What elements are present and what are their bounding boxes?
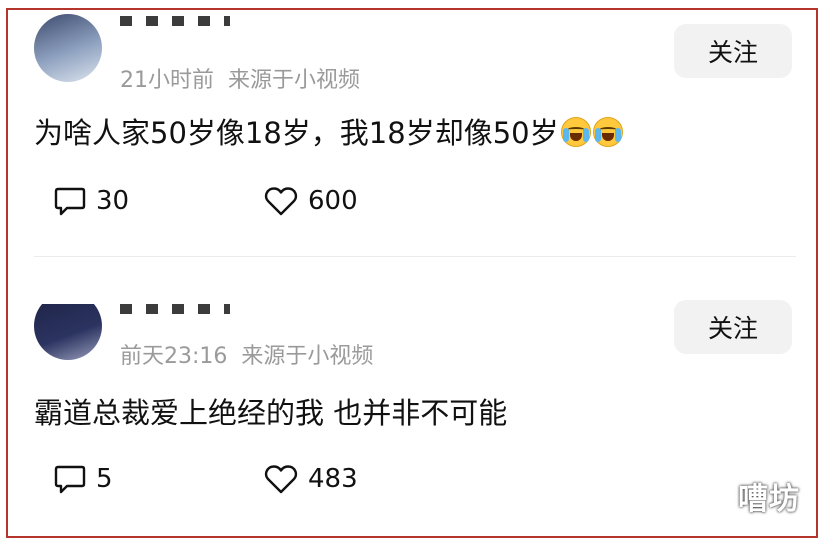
like-count: 483 [308,464,358,494]
comment-button[interactable]: 5 [54,464,113,494]
author-name-cropped [120,16,230,26]
post-time: 前天23:16 [120,344,228,369]
speech-bubble-icon [54,187,86,216]
post-text[interactable]: 为啥人家50岁像18岁，我18岁却像50岁 [34,110,623,152]
avatar-crop-mask [28,290,128,304]
post-card: 21小时前 来源于小视频 关注 为啥人家50岁像18岁，我18岁却像50岁 30 … [8,10,816,270]
follow-button[interactable]: 关注 [674,24,792,78]
watermark-logo: 嘈坊 [738,482,800,517]
post-text-body: 霸道总裁爱上绝经的我 也并非不可能 [34,396,508,430]
comment-count: 5 [96,464,113,494]
post-text[interactable]: 霸道总裁爱上绝经的我 也并非不可能 [34,390,507,432]
post-time: 21小时前 [120,68,214,93]
author-name-cropped [120,304,230,314]
post-source: 来源于小视频 [228,68,361,93]
follow-button[interactable]: 关注 [674,300,792,354]
heart-outline-icon [264,465,298,494]
post-meta: 前天23:16 来源于小视频 [120,338,387,370]
post-text-body: 为啥人家50岁像18岁，我18岁却像50岁 [34,116,559,150]
avatar[interactable] [34,14,102,82]
speech-bubble-icon [54,465,86,494]
comment-button[interactable]: 30 [54,186,129,216]
comment-count: 30 [96,186,130,216]
crying-face-emoji [592,117,623,147]
post-divider [34,256,796,257]
heart-outline-icon [264,187,298,216]
feed-frame: 21小时前 来源于小视频 关注 为啥人家50岁像18岁，我18岁却像50岁 30 … [6,8,818,538]
post-meta: 21小时前 来源于小视频 [120,62,374,94]
like-button[interactable]: 600 [264,186,358,216]
post-source: 来源于小视频 [241,344,374,369]
like-button[interactable]: 483 [264,464,358,494]
like-count: 600 [308,186,358,216]
post-card: 前天23:16 来源于小视频 关注 霸道总裁爱上绝经的我 也并非不可能 5 483 [8,290,816,536]
crying-face-emoji [560,117,591,147]
